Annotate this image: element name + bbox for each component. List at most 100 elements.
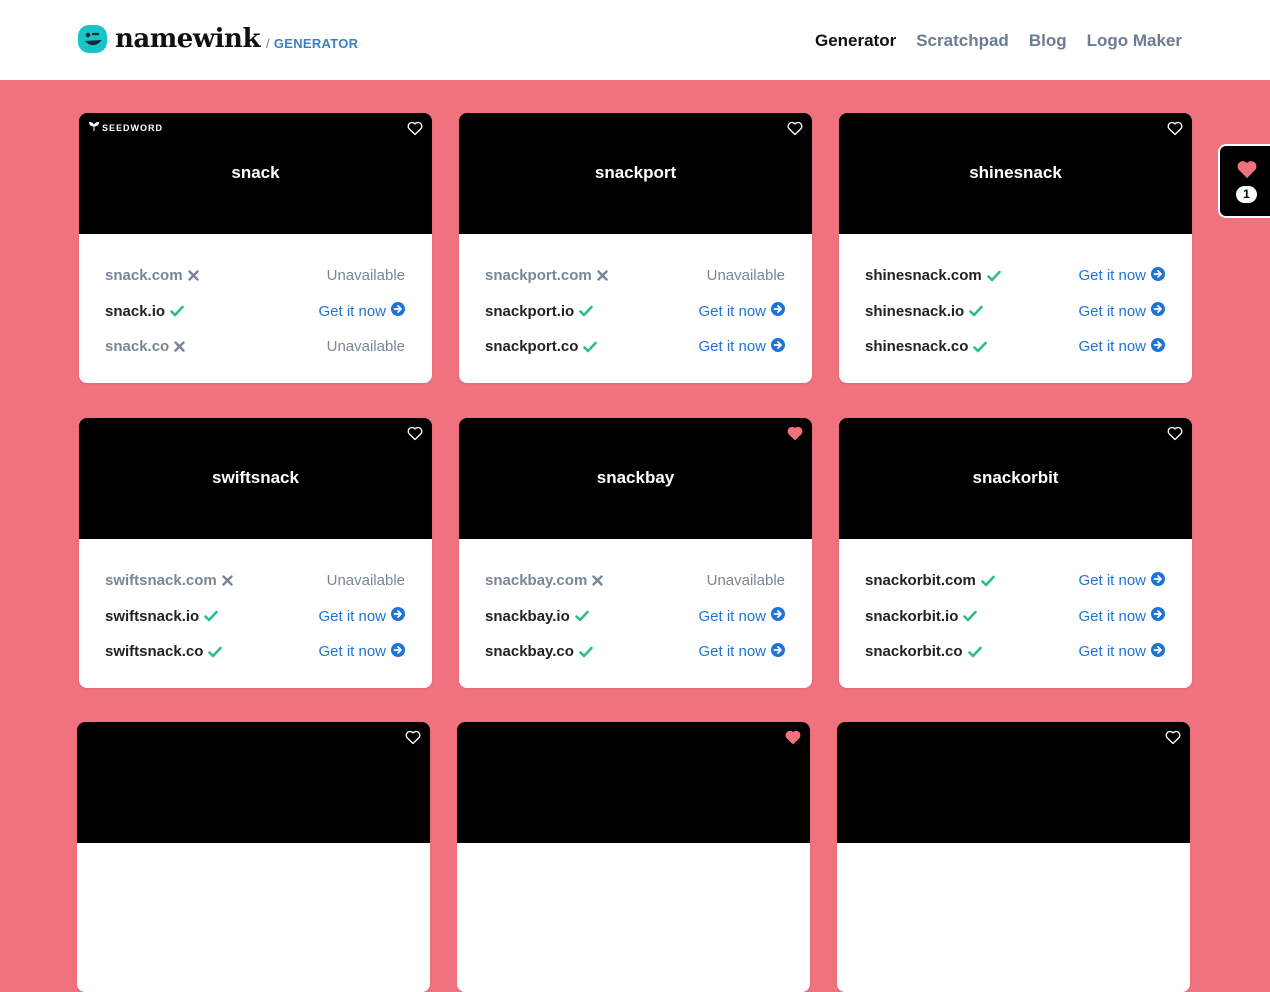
domain-list: snackport.com Unavailable snackport.io Get …: [459, 234, 812, 365]
domain-row: snackorbit.co Get it now: [839, 634, 1192, 670]
domain-row: snack.com Unavailable: [79, 258, 432, 294]
heart-outline-icon[interactable]: [1167, 426, 1183, 442]
check-icon: [574, 610, 589, 622]
domain-list: snackbay.com Unavailable snackbay.io Get it…: [459, 539, 812, 670]
name-card[interactable]: [457, 722, 810, 992]
logo-text: namewink: [115, 24, 260, 54]
domain-list: [457, 843, 810, 867]
sprout-icon: [88, 121, 100, 133]
x-icon: [597, 270, 608, 281]
heart-outline-icon[interactable]: [405, 730, 421, 746]
get-it-now-link[interactable]: Get it now: [1078, 642, 1165, 661]
arrow-circle-right-icon: [391, 607, 405, 625]
domain-row: shinesnack.co Get it now: [839, 329, 1192, 365]
get-it-now-link[interactable]: Get it now: [1078, 607, 1165, 625]
get-it-now-link[interactable]: Get it now: [318, 302, 405, 320]
check-icon: [963, 610, 978, 622]
check-icon: [170, 305, 184, 317]
domain-name: snackport.co: [485, 338, 598, 355]
domain-list: [837, 843, 1190, 867]
domain-row: snackorbit.io Get it now: [839, 599, 1192, 635]
name-card-header: snackport: [459, 113, 812, 234]
name-card-header: snackorbit: [839, 418, 1192, 539]
domain-name: snack.io: [105, 303, 184, 320]
name-card[interactable]: snackbay snackbay.com Unavailable snackbay.…: [459, 418, 812, 688]
arrow-circle-right-icon: [391, 302, 405, 320]
name-card-header: swiftsnack: [79, 418, 432, 539]
heart-outline-icon[interactable]: [1165, 730, 1181, 746]
check-icon: [967, 646, 982, 658]
heart-outline-icon[interactable]: [407, 426, 423, 442]
name-card-header: [77, 722, 430, 843]
generated-name: shinesnack: [969, 163, 1062, 182]
name-card[interactable]: SEEDWORD snack snack.com Unavailable snack.i…: [79, 113, 432, 383]
check-icon: [204, 610, 219, 622]
get-it-now-link[interactable]: Get it now: [698, 337, 785, 356]
nav-scratchpad[interactable]: Scratchpad: [916, 31, 1009, 51]
get-it-now-link[interactable]: Get it now: [1078, 302, 1165, 320]
heart-outline-icon[interactable]: [787, 121, 803, 137]
domain-name: snackbay.co: [485, 643, 593, 660]
domain-name: snackport.com: [485, 267, 608, 284]
name-card[interactable]: snackorbit snackorbit.com Get it now snacko…: [839, 418, 1192, 688]
x-icon: [222, 575, 233, 586]
domain-name: swiftsnack.io: [105, 608, 219, 625]
get-it-now-link[interactable]: Get it now: [698, 642, 785, 661]
favorites-count: 1: [1236, 186, 1257, 203]
get-it-now-link[interactable]: Get it now: [698, 607, 785, 625]
domain-row: swiftsnack.com Unavailable: [79, 563, 432, 599]
name-card[interactable]: swiftsnack swiftsnack.com Unavailable swift…: [79, 418, 432, 688]
domain-list: swiftsnack.com Unavailable swiftsnack.io Ge…: [79, 539, 432, 670]
domain-name: shinesnack.co: [865, 338, 988, 355]
domain-name: shinesnack.io: [865, 303, 984, 320]
domain-name: snackorbit.com: [865, 572, 995, 589]
name-card[interactable]: [837, 722, 1190, 992]
get-it-now-link[interactable]: Get it now: [1078, 266, 1165, 285]
generated-name: snackport: [594, 163, 677, 182]
heart-filled-icon[interactable]: [787, 426, 803, 442]
domain-list: snack.com Unavailable snack.io Get it now sn…: [79, 234, 432, 365]
name-card[interactable]: [77, 722, 430, 992]
domain-row: swiftsnack.co Get it now: [79, 634, 432, 670]
unavailable-label: Unavailable: [326, 338, 405, 356]
domain-name: shinesnack.com: [865, 267, 1001, 284]
check-icon: [583, 341, 598, 353]
arrow-circle-right-icon: [771, 607, 785, 625]
check-icon: [579, 305, 593, 317]
generated-name: snackorbit: [972, 468, 1059, 487]
heart-filled-icon[interactable]: [785, 730, 801, 746]
name-card-header: SEEDWORD snack: [79, 113, 432, 234]
favorites-counter[interactable]: 1: [1218, 144, 1270, 218]
nav-generator[interactable]: Generator: [815, 31, 896, 51]
domain-row: shinesnack.com Get it now: [839, 258, 1192, 294]
arrow-circle-right-icon: [391, 642, 405, 661]
logo-subtitle: / GENERATOR: [265, 35, 359, 51]
heart-outline-icon[interactable]: [407, 121, 423, 137]
check-icon: [986, 270, 1001, 282]
domain-list: [77, 843, 430, 867]
name-card[interactable]: shinesnack shinesnack.com Get it now shines…: [839, 113, 1192, 383]
name-card[interactable]: snackport snackport.com Unavailable snackpo…: [459, 113, 812, 383]
generated-name: snack: [231, 163, 280, 182]
get-it-now-link[interactable]: Get it now: [318, 607, 405, 625]
domain-row: snackbay.com Unavailable: [459, 563, 812, 599]
nav-logo-maker[interactable]: Logo Maker: [1087, 31, 1182, 51]
heart-outline-icon[interactable]: [1167, 121, 1183, 137]
arrow-circle-right-icon: [1151, 642, 1165, 661]
nav-blog[interactable]: Blog: [1029, 31, 1067, 51]
get-it-now-link[interactable]: Get it now: [1078, 571, 1165, 590]
unavailable-label: Unavailable: [706, 572, 785, 590]
name-card-header: snackbay: [459, 418, 812, 539]
domain-list: snackorbit.com Get it now snackorbit.io Get…: [839, 539, 1192, 670]
get-it-now-link[interactable]: Get it now: [1078, 337, 1165, 356]
get-it-now-link[interactable]: Get it now: [318, 642, 405, 661]
logo[interactable]: namewink / GENERATOR: [78, 24, 358, 54]
domain-row: snackbay.co Get it now: [459, 634, 812, 670]
domain-name: snackbay.com: [485, 572, 603, 589]
unavailable-label: Unavailable: [326, 572, 405, 590]
unavailable-label: Unavailable: [326, 267, 405, 285]
check-icon: [969, 305, 984, 317]
get-it-now-link[interactable]: Get it now: [698, 302, 785, 320]
domain-name: swiftsnack.co: [105, 643, 223, 660]
domain-row: snack.io Get it now: [79, 294, 432, 330]
